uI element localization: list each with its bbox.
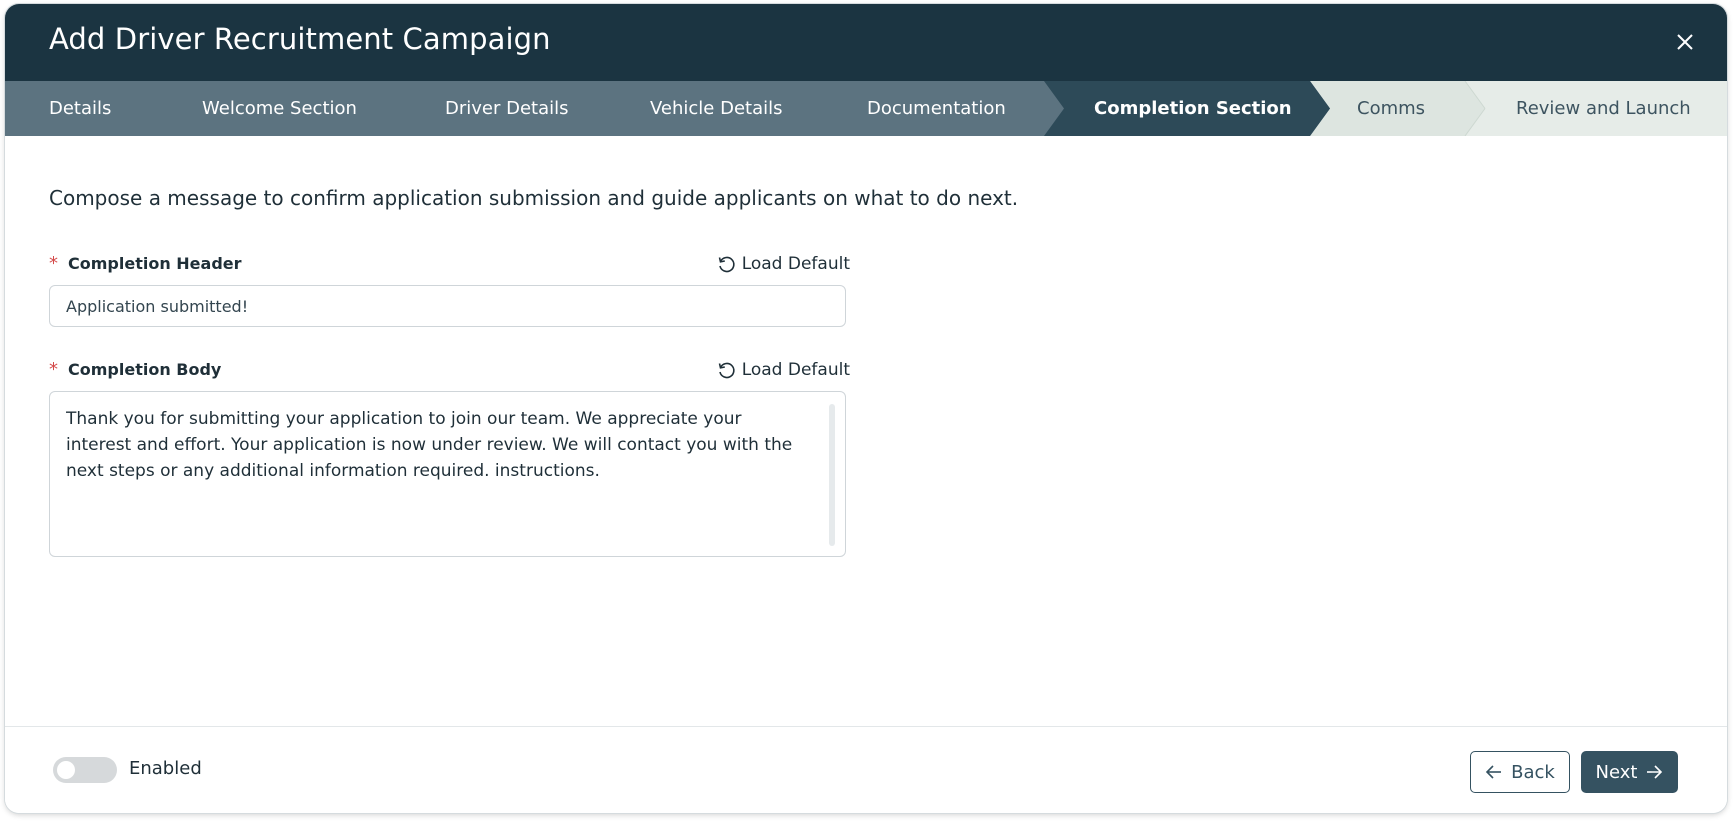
load-default-body-button[interactable]: Load Default: [716, 358, 850, 382]
arrow-left-icon: [1486, 765, 1502, 779]
completion-header-input[interactable]: [49, 285, 846, 327]
dialog-footer: Enabled Back Next: [5, 726, 1727, 813]
toggle-knob: [57, 761, 75, 779]
completion-body-label-row: * Completion Body Load Default: [49, 358, 850, 382]
stepper: Details Welcome Section Driver Details V…: [5, 81, 1727, 136]
step-welcome-section[interactable]: Welcome Section: [202, 81, 357, 136]
reset-icon: [718, 256, 735, 273]
reset-icon: [718, 362, 735, 379]
back-label: Back: [1511, 761, 1555, 783]
completion-body-label: Completion Body: [68, 360, 222, 379]
arrow-right-icon: [1647, 765, 1663, 779]
enabled-toggle[interactable]: [53, 757, 117, 783]
dialog-title: Add Driver Recruitment Campaign: [49, 22, 551, 56]
step-comms[interactable]: Comms: [1357, 81, 1425, 136]
step-vehicle-details[interactable]: Vehicle Details: [650, 81, 783, 136]
step-completion-section[interactable]: Completion Section: [1094, 81, 1292, 136]
completion-header-label: Completion Header: [68, 254, 242, 273]
step-driver-details[interactable]: Driver Details: [445, 81, 569, 136]
required-marker: *: [49, 253, 58, 274]
step-review-and-launch[interactable]: Review and Launch: [1516, 81, 1691, 136]
back-button[interactable]: Back: [1470, 751, 1570, 793]
step-documentation[interactable]: Documentation: [867, 81, 1006, 136]
load-default-label: Load Default: [741, 254, 850, 274]
completion-body-field: Thank you for submitting your applicatio…: [49, 391, 846, 557]
campaign-dialog: Add Driver Recruitment Campaign Details …: [5, 4, 1727, 813]
completion-header-label-row: * Completion Header Load Default: [49, 252, 850, 276]
required-marker: *: [49, 359, 58, 380]
load-default-label: Load Default: [741, 360, 850, 380]
enabled-toggle-label: Enabled: [129, 758, 202, 779]
textarea-scrollbar[interactable]: [829, 404, 835, 546]
dialog-header: Add Driver Recruitment Campaign: [5, 4, 1727, 81]
completion-body-textarea[interactable]: Thank you for submitting your applicatio…: [66, 406, 811, 546]
next-button[interactable]: Next: [1581, 751, 1678, 793]
step-details[interactable]: Details: [49, 81, 111, 136]
next-label: Next: [1595, 761, 1638, 783]
close-icon[interactable]: [1671, 28, 1699, 56]
load-default-header-button[interactable]: Load Default: [716, 252, 850, 276]
intro-text: Compose a message to confirm application…: [49, 186, 1019, 210]
